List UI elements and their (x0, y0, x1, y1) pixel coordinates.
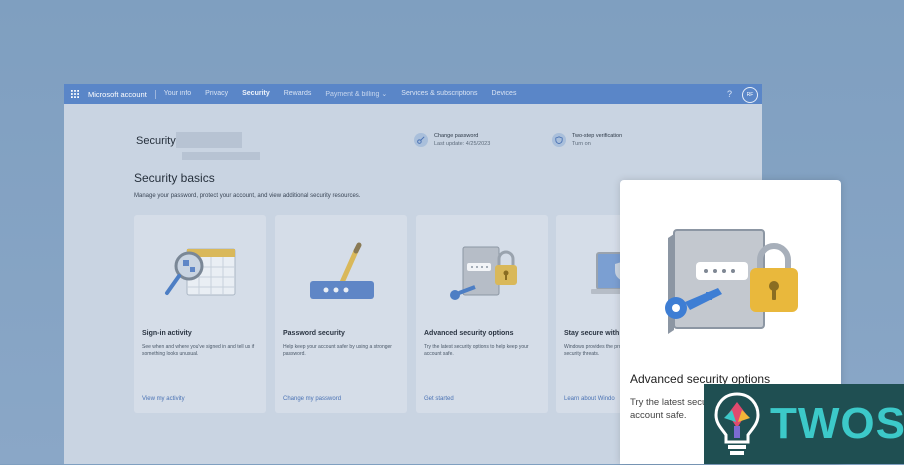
card-sign-in-activity: Sign-in activity See when and where you'… (134, 215, 266, 413)
nav-security[interactable]: Security (242, 90, 270, 98)
key-icon (414, 133, 428, 147)
change-my-password-link[interactable]: Change my password (283, 396, 341, 402)
brand-label[interactable]: Microsoft account (88, 89, 156, 99)
nav-privacy[interactable]: Privacy (205, 90, 228, 98)
card-title: Stay secure with (564, 330, 620, 337)
chevron-down-icon: ⌄ (381, 91, 388, 98)
redacted-name-block (176, 132, 242, 148)
password-pen-icon (275, 231, 407, 331)
card-title: Sign-in activity (142, 330, 192, 337)
section-title: Security basics (134, 171, 215, 185)
nav-payment-billing-label: Payment & billing (325, 91, 380, 98)
avatar[interactable]: RF (742, 87, 758, 103)
card-title: Advanced security options (424, 330, 514, 337)
twos-watermark-logo: TWOS (704, 384, 904, 464)
main-nav: Your info Privacy Security Rewards Payme… (164, 90, 517, 98)
card-title: Password security (283, 330, 345, 337)
nav-services-subscriptions[interactable]: Services & subscriptions (401, 90, 477, 98)
book-lock-key-icon (650, 218, 830, 338)
two-step-verification-quick-link[interactable]: Two-step verification Turn on (552, 133, 622, 147)
change-password-sub: Last update: 4/25/2023 (434, 141, 491, 147)
section-description: Manage your password, protect your accou… (134, 193, 361, 199)
nav-your-info[interactable]: Your info (164, 90, 191, 98)
card-advanced-security-options: Advanced security options Try the latest… (416, 215, 548, 413)
card-description: Try the latest security options to help … (424, 344, 529, 357)
top-nav-bar: Microsoft account Your info Privacy Secu… (64, 84, 762, 104)
two-step-sub: Turn on (572, 141, 591, 147)
lightbulb-icon (708, 388, 766, 460)
card-password-security: Password security Help keep your account… (275, 215, 407, 413)
book-lock-key-icon (416, 231, 548, 331)
learn-about-windows-link[interactable]: Learn about Windo (564, 396, 615, 402)
shield-icon (552, 133, 566, 147)
redacted-email-block (182, 152, 260, 160)
view-my-activity-link[interactable]: View my activity (142, 396, 185, 402)
nav-payment-billing[interactable]: Payment & billing ⌄ (325, 90, 387, 98)
change-password-label: Change password (434, 133, 479, 139)
two-step-label: Two-step verification (572, 133, 623, 139)
magnifier-calendar-icon (134, 231, 266, 331)
help-icon[interactable]: ? (727, 89, 732, 99)
app-launcher-icon[interactable] (68, 90, 82, 98)
get-started-link[interactable]: Get started (424, 396, 454, 402)
nav-rewards[interactable]: Rewards (284, 90, 312, 98)
nav-devices[interactable]: Devices (492, 90, 517, 98)
card-description: Help keep your account safer by using a … (283, 344, 392, 357)
change-password-quick-link[interactable]: Change password Last update: 4/25/2023 (414, 133, 490, 147)
page-title: Security (136, 135, 176, 147)
card-description: See when and where you've signed in and … (142, 344, 255, 357)
logo-wordmark: TWOS (770, 399, 904, 448)
